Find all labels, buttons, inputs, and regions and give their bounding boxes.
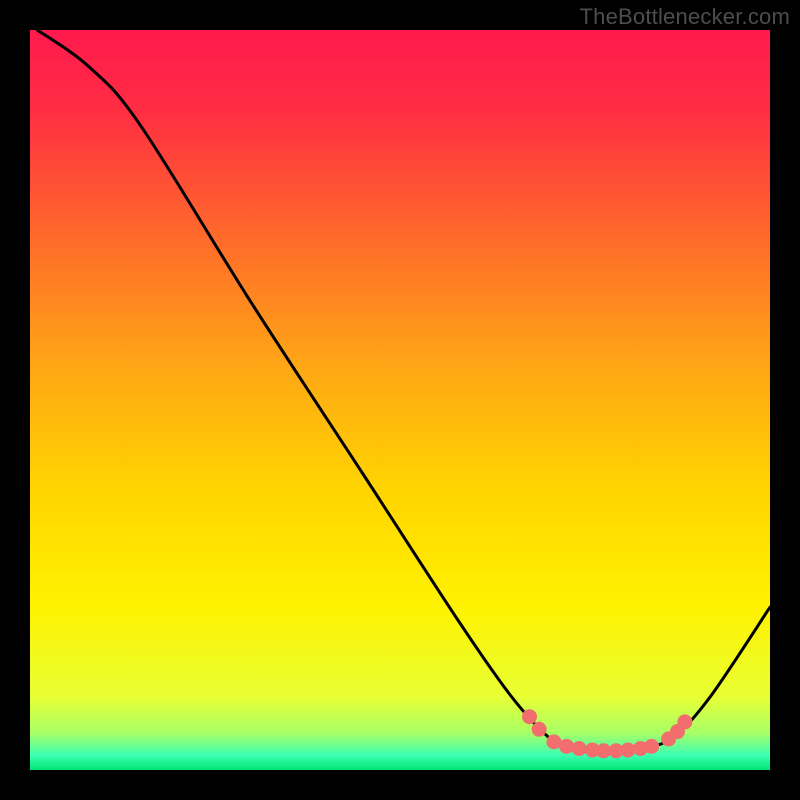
data-marker [644, 739, 659, 754]
chart-svg [30, 30, 770, 770]
data-marker [522, 709, 537, 724]
plot-area [30, 30, 770, 770]
data-marker [677, 714, 692, 729]
data-marker [572, 741, 587, 756]
chart-frame: TheBottlenecker.com [0, 0, 800, 800]
data-marker [559, 739, 574, 754]
data-marker [532, 722, 547, 737]
watermark-text: TheBottlenecker.com [580, 4, 790, 30]
gradient-background [30, 30, 770, 770]
